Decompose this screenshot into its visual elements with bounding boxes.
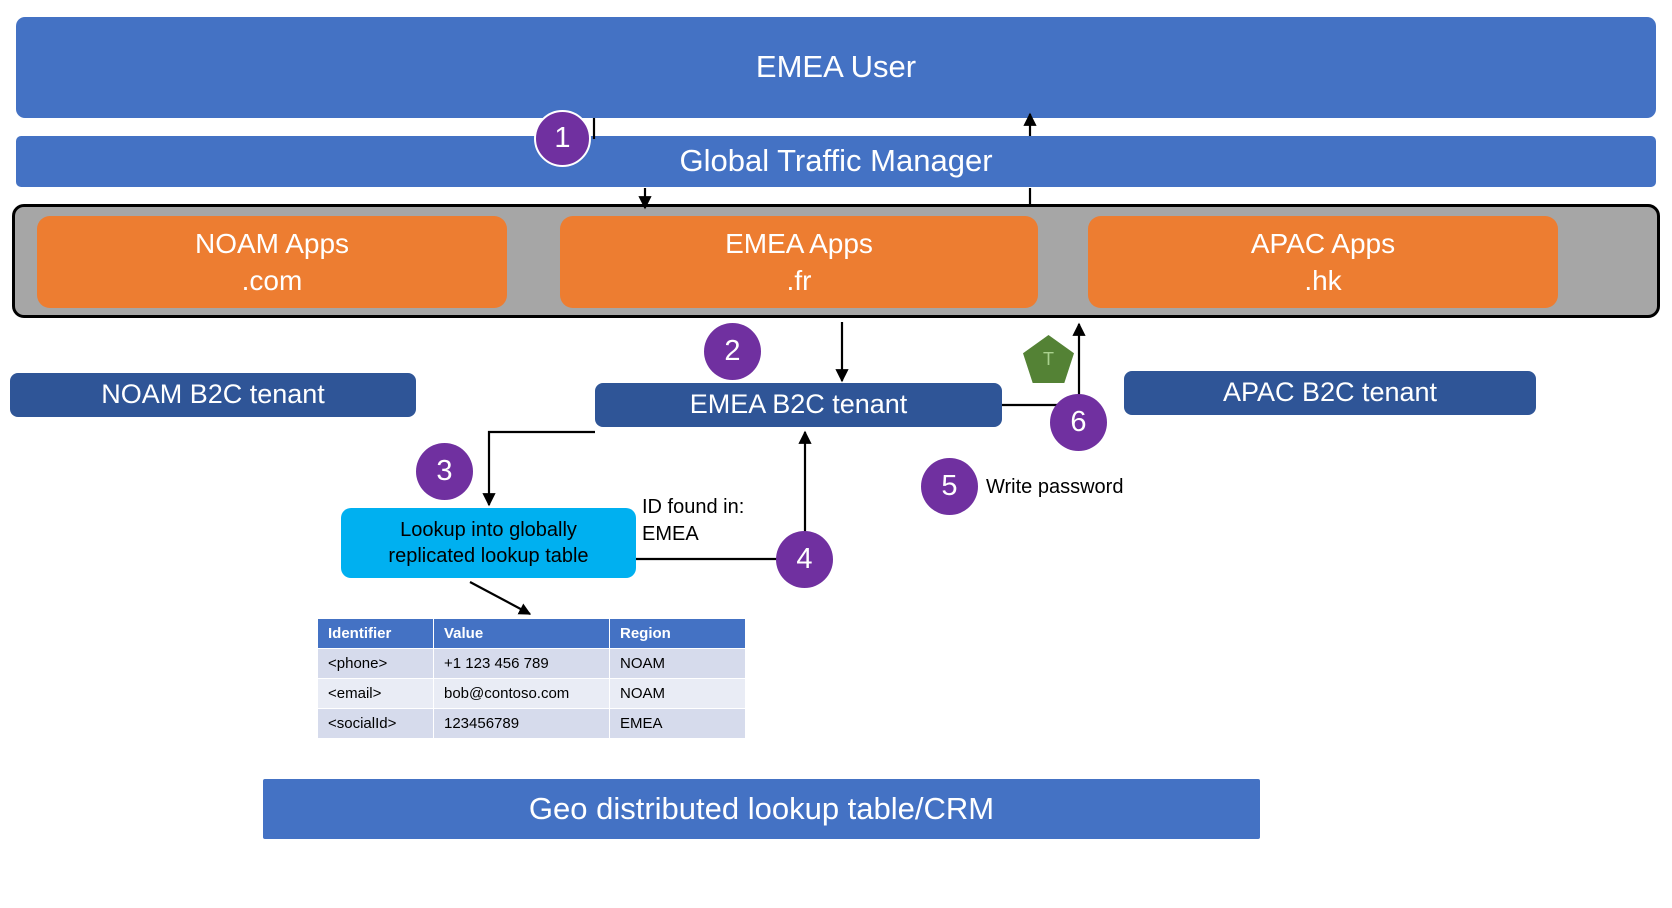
app-emea-domain: .fr xyxy=(786,265,812,296)
tenant-box-apac: APAC B2C tenant xyxy=(1124,371,1536,415)
emea-user-bar: EMEA User xyxy=(16,17,1656,118)
step-marker-4: 4 xyxy=(776,531,833,588)
token-pentagon-icon: T xyxy=(1023,335,1074,383)
table-row: <email> bob@contoso.com NOAM xyxy=(317,678,746,709)
crm-bar-label: Geo distributed lookup table/CRM xyxy=(528,790,995,826)
step-6-number: 6 xyxy=(1070,406,1087,438)
step-3-number: 3 xyxy=(436,455,453,487)
tenant-box-noam: NOAM B2C tenant xyxy=(10,373,416,417)
tenant-box-emea: EMEA B2C tenant xyxy=(595,383,1002,427)
table-cell-value: bob@contoso.com xyxy=(433,678,610,709)
table-row: <phone> +1 123 456 789 NOAM xyxy=(317,648,746,679)
step-5-number: 5 xyxy=(941,470,958,502)
step-4-number: 4 xyxy=(796,543,813,575)
table-header-value: Value xyxy=(433,618,610,649)
lookup-box-line1: Lookup into globally xyxy=(400,519,577,541)
table-cell-region: NOAM xyxy=(609,678,746,709)
emea-user-label: EMEA User xyxy=(755,49,917,85)
diagram-canvas: EMEA User Global Traffic Manager NOAM Ap… xyxy=(0,0,1672,908)
app-noam-domain: .com xyxy=(241,265,303,296)
step-2-number: 2 xyxy=(724,335,741,367)
table-cell-identifier: <email> xyxy=(317,678,434,709)
table-header-row: Identifier Value Region xyxy=(317,618,746,649)
tenant-apac-label: APAC B2C tenant xyxy=(1222,377,1438,408)
token-glyph-label: T xyxy=(1043,348,1054,369)
tenant-noam-label: NOAM B2C tenant xyxy=(101,379,325,410)
apps-container: NOAM Apps .com EMEA Apps .fr APAC Apps .… xyxy=(12,204,1660,318)
table-cell-value: +1 123 456 789 xyxy=(433,648,610,679)
tenant-emea-label: EMEA B2C tenant xyxy=(689,389,908,420)
table-cell-region: NOAM xyxy=(609,648,746,679)
id-found-in-label: ID found in: EMEA xyxy=(642,496,745,545)
lookup-table: Identifier Value Region <phone> +1 123 4… xyxy=(317,618,746,739)
table-cell-identifier: <socialId> xyxy=(317,708,434,739)
table-header-region: Region xyxy=(609,618,746,649)
step-marker-6: 6 xyxy=(1050,394,1107,451)
app-box-apac: APAC Apps .hk xyxy=(1088,216,1558,308)
app-apac-name: APAC Apps xyxy=(1250,227,1396,259)
app-noam-name: NOAM Apps xyxy=(194,227,350,259)
step-marker-2: 2 xyxy=(704,323,761,380)
app-box-noam: NOAM Apps .com xyxy=(37,216,507,308)
global-traffic-manager-label: Global Traffic Manager xyxy=(679,143,993,179)
lookup-table-process-box: Lookup into globally replicated lookup t… xyxy=(341,508,636,578)
lookup-box-line2: replicated lookup table xyxy=(388,545,589,567)
table-cell-value: 123456789 xyxy=(433,708,610,739)
step-marker-1: 1 xyxy=(534,110,591,167)
table-header-identifier: Identifier xyxy=(317,618,434,649)
write-password-label: Write password xyxy=(986,476,1124,498)
step-marker-3: 3 xyxy=(416,443,473,500)
app-emea-name: EMEA Apps xyxy=(725,227,873,259)
crm-bar: Geo distributed lookup table/CRM xyxy=(263,779,1260,839)
table-cell-region: EMEA xyxy=(609,708,746,739)
app-box-emea: EMEA Apps .fr xyxy=(560,216,1038,308)
table-row: <socialId> 123456789 EMEA xyxy=(317,708,746,739)
step-marker-5: 5 xyxy=(921,458,978,515)
app-apac-domain: .hk xyxy=(1304,265,1342,296)
table-cell-identifier: <phone> xyxy=(317,648,434,679)
step-1-number: 1 xyxy=(554,122,571,154)
global-traffic-manager-bar: Global Traffic Manager xyxy=(16,136,1656,187)
